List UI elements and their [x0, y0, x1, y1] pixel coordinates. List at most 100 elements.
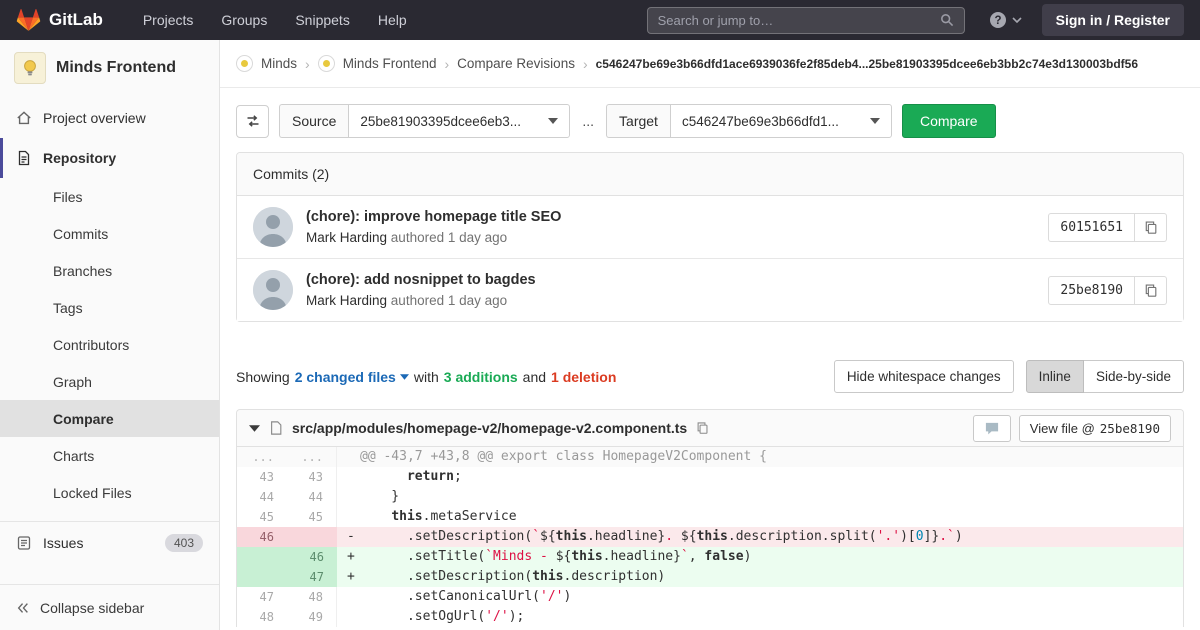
sign-in-button[interactable]: Sign in / Register [1041, 4, 1184, 36]
new-line-number[interactable]: 44 [287, 487, 337, 507]
help-dropdown[interactable]: ? [989, 11, 1022, 29]
code-cell: } [360, 489, 400, 504]
search-input[interactable] [657, 12, 940, 28]
side-by-side-view-button[interactable]: Side-by-side [1083, 360, 1184, 393]
diff-table: ...... @@ -43,7 +43,8 @@ export class Hom… [237, 447, 1183, 627]
diff-marker: + [347, 569, 355, 584]
double-chevron-left-icon [17, 602, 28, 613]
sidebar-item-issues[interactable]: Issues 403 [0, 522, 219, 564]
copy-sha-button[interactable] [1135, 212, 1167, 242]
commit-title-link[interactable]: (chore): add nosnippet to bagdes [306, 272, 536, 288]
main-content: Minds › Minds Frontend › Compare Revisio… [220, 40, 1200, 630]
collapse-caret-icon[interactable] [249, 424, 260, 432]
sidebar-subitem-compare[interactable]: Compare [0, 400, 219, 437]
old-line-number[interactable] [237, 567, 287, 587]
new-line-number[interactable]: 49 [287, 607, 337, 627]
target-ref-dropdown[interactable]: c546247be69e3b66dfd1... [669, 104, 892, 138]
commit-author-avatar[interactable] [253, 270, 293, 310]
sidebar-subitem-contributors[interactable]: Contributors [0, 326, 219, 363]
project-avatar [14, 52, 46, 84]
repo-submenu: Files Commits Branches Tags Contributors Grap… [0, 178, 219, 511]
showing-label: Showing [236, 368, 290, 385]
breadcrumb-compare-link[interactable]: Compare Revisions [457, 56, 575, 71]
additions-count: 3 additions [443, 368, 518, 385]
breadcrumb-group-link[interactable]: Minds [261, 56, 297, 71]
view-file-sha: 25be8190 [1099, 420, 1160, 436]
old-line-number[interactable]: 46 [237, 527, 287, 547]
commit-title-link[interactable]: (chore): improve homepage title SEO [306, 209, 561, 225]
breadcrumb-separator: › [305, 55, 310, 72]
hide-whitespace-button[interactable]: Hide whitespace changes [833, 360, 1014, 393]
old-line-number[interactable]: 44 [237, 487, 287, 507]
commit-sha-link[interactable]: 60151651 [1048, 212, 1135, 242]
diff-marker: - [347, 529, 355, 544]
sidebar-subitem-files[interactable]: Files [0, 178, 219, 215]
breadcrumb-project-link[interactable]: Minds Frontend [343, 56, 437, 71]
sidebar-item-label: Repository [43, 150, 117, 166]
group-avatar [236, 55, 253, 72]
collapse-sidebar-button[interactable]: Collapse sidebar [0, 584, 219, 630]
home-icon [17, 111, 31, 125]
sidebar-item-project-overview[interactable]: Project overview [0, 98, 219, 138]
source-ref-dropdown[interactable]: 25be81903395dcee6eb3... [348, 104, 571, 138]
code-cell: this.metaService [391, 509, 517, 524]
comment-icon [985, 422, 998, 434]
project-context-header[interactable]: Minds Frontend [0, 40, 219, 98]
old-line-number[interactable] [237, 547, 287, 567]
navbar-item-snippets[interactable]: Snippets [295, 12, 349, 28]
navbar-item-projects[interactable]: Projects [143, 12, 194, 28]
swap-icon [247, 115, 258, 127]
commit-row: (chore): add nosnippet to bagdes Mark Ha… [237, 258, 1183, 321]
sidebar-nav: Project overview Repository Files Commits… [0, 98, 219, 564]
view-file-button[interactable]: View file @ 25be8190 [1018, 414, 1171, 442]
changed-files-dropdown[interactable]: 2 changed files [295, 369, 409, 385]
old-line-number[interactable]: 45 [237, 507, 287, 527]
commit-texts: (chore): improve homepage title SEO Mark… [306, 209, 561, 245]
sidebar-subitem-branches[interactable]: Branches [0, 252, 219, 289]
inline-view-button[interactable]: Inline [1025, 360, 1084, 393]
commit-author-avatar[interactable] [253, 207, 293, 247]
old-line-number[interactable]: ... [237, 447, 287, 467]
search-icon [940, 14, 953, 27]
gitlab-logo[interactable]: GitLab [16, 8, 103, 32]
sidebar-subitem-tags[interactable]: Tags [0, 289, 219, 326]
commit-author-link[interactable]: Mark Harding [306, 230, 387, 245]
diff-view-toggle: Inline Side-by-side [1025, 360, 1184, 393]
new-line-number[interactable]: 47 [287, 567, 337, 587]
copy-path-icon[interactable] [696, 421, 709, 435]
toggle-comments-button[interactable] [972, 414, 1011, 442]
deletions-count: 1 deletion [551, 368, 617, 385]
new-line-number[interactable]: 45 [287, 507, 337, 527]
new-line-number[interactable]: ... [287, 447, 337, 467]
diff-file-path[interactable]: src/app/modules/homepage-v2/homepage-v2.… [292, 420, 687, 436]
navbar-item-help[interactable]: Help [378, 12, 407, 28]
new-line-number[interactable] [287, 527, 337, 547]
chevron-down-icon [1012, 17, 1022, 23]
swap-revisions-button[interactable] [236, 104, 269, 138]
new-line-number[interactable]: 43 [287, 467, 337, 487]
diff-stats-bar: Showing 2 changed files with 3 additions… [236, 360, 1184, 393]
commit-sha-link[interactable]: 25be8190 [1048, 275, 1135, 305]
diff-line: 46 + .setTitle(`Minds - ${this.headline}`… [237, 547, 1183, 567]
compare-button[interactable]: Compare [901, 104, 996, 138]
navbar-menu: Projects Groups Snippets Help [143, 12, 407, 28]
sidebar-subitem-commits[interactable]: Commits [0, 215, 219, 252]
new-line-number[interactable]: 48 [287, 587, 337, 607]
sidebar-subitem-graph[interactable]: Graph [0, 363, 219, 400]
old-line-number[interactable]: 48 [237, 607, 287, 627]
navbar-item-groups[interactable]: Groups [221, 12, 267, 28]
new-line-number[interactable]: 46 [287, 547, 337, 567]
old-line-number[interactable]: 43 [237, 467, 287, 487]
range-separator: ... [582, 113, 595, 129]
old-line-number[interactable]: 47 [237, 587, 287, 607]
code-cell: return; [406, 469, 462, 484]
code-cell: @@ -43,7 +43,8 @@ export class HomepageV… [360, 449, 767, 464]
commit-author-link[interactable]: Mark Harding [306, 293, 387, 308]
copy-sha-button[interactable] [1135, 275, 1167, 305]
sidebar-item-label: Issues [43, 535, 84, 551]
sidebar-item-repository[interactable]: Repository [0, 138, 219, 178]
diff-line: 47 48 .setCanonicalUrl('/') [237, 587, 1183, 607]
sidebar-subitem-charts[interactable]: Charts [0, 437, 219, 474]
and-label: and [522, 368, 547, 385]
sidebar-subitem-locked-files[interactable]: Locked Files [0, 474, 219, 511]
